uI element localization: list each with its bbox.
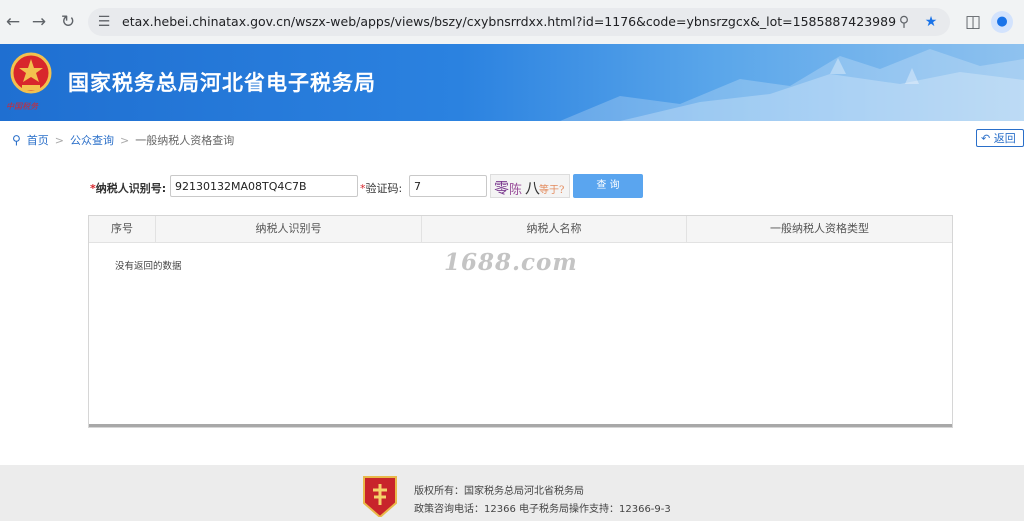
captcha-char: 零 — [494, 179, 510, 197]
breadcrumb: ⚲ 首页 > 公众查询 > 一般纳税人资格查询 — [12, 132, 234, 148]
captcha-char: 陈 — [509, 183, 523, 198]
side-panel-icon[interactable]: ◫ — [962, 11, 984, 33]
column-header-taxpayer-id[interactable]: 纳税人识别号 — [156, 216, 422, 242]
emblem-signature: 中国税务 — [6, 102, 38, 111]
browser-toolbar: ← → ↻ ☰ etax.hebei.chinatax.gov.cn/wszx-… — [0, 0, 1024, 45]
captcha-input[interactable] — [409, 175, 487, 197]
empty-result-message: 没有返回的数据 — [115, 261, 182, 272]
watermark-text: 1688.com — [444, 249, 578, 276]
site-settings-icon[interactable]: ☰ — [94, 12, 114, 32]
breadcrumb-separator: > — [120, 133, 130, 147]
horizontal-scrollbar[interactable] — [89, 424, 952, 427]
breadcrumb-home-link[interactable]: 首页 — [27, 132, 49, 148]
back-button-label: 返回 — [993, 132, 1016, 145]
site-banner: 中国税务 国家税务总局河北省电子税务局 — [0, 44, 1024, 121]
column-header-index[interactable]: 序号 — [89, 216, 156, 242]
breadcrumb-separator: > — [54, 133, 65, 147]
bookmark-star-icon[interactable]: ★ — [921, 12, 941, 32]
return-arrow-icon: ↶ — [981, 132, 991, 145]
back-button[interactable]: ↶ 返回 — [976, 129, 1024, 147]
column-header-qualification-type[interactable]: 一般纳税人资格类型 — [687, 216, 952, 242]
reload-icon[interactable]: ↻ — [57, 11, 79, 33]
captcha-label: *验证码: — [360, 182, 403, 195]
address-bar[interactable]: ☰ etax.hebei.chinatax.gov.cn/wszx-web/ap… — [88, 8, 950, 36]
query-button[interactable]: 查 询 — [573, 174, 643, 198]
national-emblem-icon — [10, 52, 52, 94]
forward-arrow-icon[interactable]: → — [28, 11, 50, 33]
footer-contact: 政策咨询电话：12366 电子税务局操作支持：12366-9-3 — [414, 504, 671, 515]
site-title: 国家税务总局河北省电子税务局 — [68, 71, 376, 95]
column-header-taxpayer-name[interactable]: 纳税人名称 — [422, 216, 687, 242]
breadcrumb-public-query-link[interactable]: 公众查询 — [70, 132, 114, 148]
location-pin-icon: ⚲ — [12, 133, 21, 147]
captcha-image[interactable]: 零 陈 八 等于? — [490, 174, 570, 198]
captcha-char: 等于? — [539, 185, 565, 196]
profile-avatar-icon[interactable]: ● — [991, 11, 1013, 33]
breadcrumb-current: 一般纳税人资格查询 — [135, 134, 235, 147]
table-header: 序号 纳税人识别号 纳税人名称 一般纳税人资格类型 — [89, 216, 952, 243]
back-arrow-icon[interactable]: ← — [2, 11, 24, 33]
captcha-char: 八 — [525, 179, 541, 197]
taxpayer-id-label: *纳税人识别号: — [90, 182, 167, 195]
results-table: 序号 纳税人识别号 纳税人名称 一般纳税人资格类型 没有返回的数据 — [88, 215, 953, 428]
government-badge-icon[interactable] — [362, 475, 398, 517]
footer-copyright: 版权所有：国家税务总局河北省税务局 — [414, 486, 584, 497]
taxpayer-id-input[interactable] — [170, 175, 358, 197]
zoom-icon[interactable]: ⚲ — [894, 12, 914, 32]
url-text[interactable]: etax.hebei.chinatax.gov.cn/wszx-web/apps… — [122, 8, 896, 36]
